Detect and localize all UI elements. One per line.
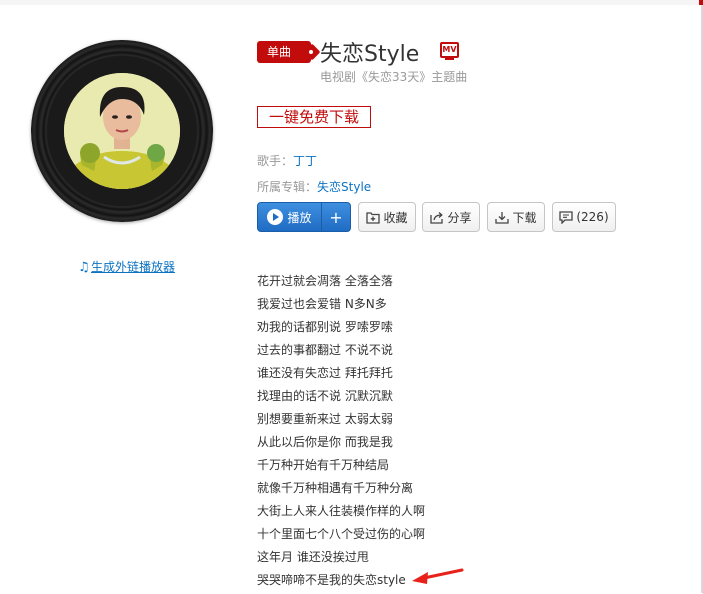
red-arrow-icon: [412, 568, 464, 584]
song-subtitle: 电视剧《失恋33天》主题曲: [320, 70, 468, 84]
download-label: 下载: [512, 210, 537, 225]
free-download-button[interactable]: 一键免费下载: [257, 106, 371, 128]
album-cover: [64, 73, 180, 189]
add-to-playlist-button[interactable]: +: [322, 203, 350, 231]
lyric-line: 过去的事都翻过 不说不说: [257, 343, 393, 357]
share-button[interactable]: 分享: [422, 202, 480, 232]
vinyl-record: [31, 40, 213, 222]
collect-button[interactable]: 收藏: [358, 202, 416, 232]
lyric-line: 劝我的话都别说 罗嗦罗嗦: [257, 320, 393, 334]
lyric-line: 我爱过也会爱错 N多N多: [257, 297, 387, 311]
lyric-line: 找理由的话不说 沉默沉默: [257, 389, 393, 403]
lyrics-panel: 花开过就会凋落 全落全落 我爱过也会爱错 N多N多 劝我的话都别说 罗嗦罗嗦 过…: [257, 272, 425, 594]
mv-icon[interactable]: MV: [440, 42, 459, 60]
comment-icon: [559, 210, 574, 224]
play-label: 播放: [287, 210, 312, 225]
collect-label: 收藏: [383, 210, 408, 225]
lyric-line: 就像千万种相遇有千万种分离: [257, 481, 414, 495]
comment-count: (226): [576, 210, 609, 224]
singer-row: 歌手：丁丁: [257, 152, 317, 169]
single-badge: 单曲: [257, 41, 313, 63]
lyric-line: 哭哭啼啼不是我的失恋style: [257, 573, 406, 587]
lyric-line: 十个里面七个八个受过伤的心啊: [257, 527, 426, 541]
generate-external-player-link[interactable]: ♫生成外链播放器: [78, 258, 175, 275]
lyric-line: 别想要重新来过 太弱太弱: [257, 412, 393, 426]
singer-label: 歌手：: [257, 154, 294, 168]
lyric-line: 大街上人来人往装模作样的人啊: [257, 504, 426, 518]
play-button-group: 播放 +: [257, 202, 351, 232]
share-icon: [430, 211, 444, 224]
badge-dot: [309, 50, 313, 54]
play-icon: [267, 209, 284, 225]
lyric-line: 谁还没有失恋过 拜托拜托: [257, 366, 393, 380]
album-link[interactable]: 失恋Style: [317, 180, 371, 194]
comment-button[interactable]: (226): [552, 202, 616, 232]
singer-link[interactable]: 丁丁: [293, 154, 317, 168]
play-button[interactable]: 播放: [258, 203, 322, 231]
lyric-line: 千万种开始有千万种结局: [257, 458, 390, 472]
song-title: 失恋Style: [320, 42, 420, 67]
download-button[interactable]: 下载: [487, 202, 545, 232]
top-bar: [0, 0, 703, 5]
music-note-icon: ♫: [78, 260, 90, 275]
album-row: 所属专辑：失恋Style: [257, 178, 371, 195]
download-icon: [495, 211, 510, 224]
lyric-line: 花开过就会凋落 全落全落: [257, 274, 393, 288]
share-label: 分享: [447, 210, 472, 225]
lyric-line: 这年月 谁还没挨过甩: [257, 550, 369, 564]
album-label: 所属专辑：: [257, 180, 318, 194]
lyric-line: 从此以后你是你 而我是我: [257, 435, 393, 449]
collect-icon: [366, 211, 381, 224]
generate-external-player-label: 生成外链播放器: [91, 260, 176, 274]
single-badge-label: 单曲: [267, 45, 292, 59]
